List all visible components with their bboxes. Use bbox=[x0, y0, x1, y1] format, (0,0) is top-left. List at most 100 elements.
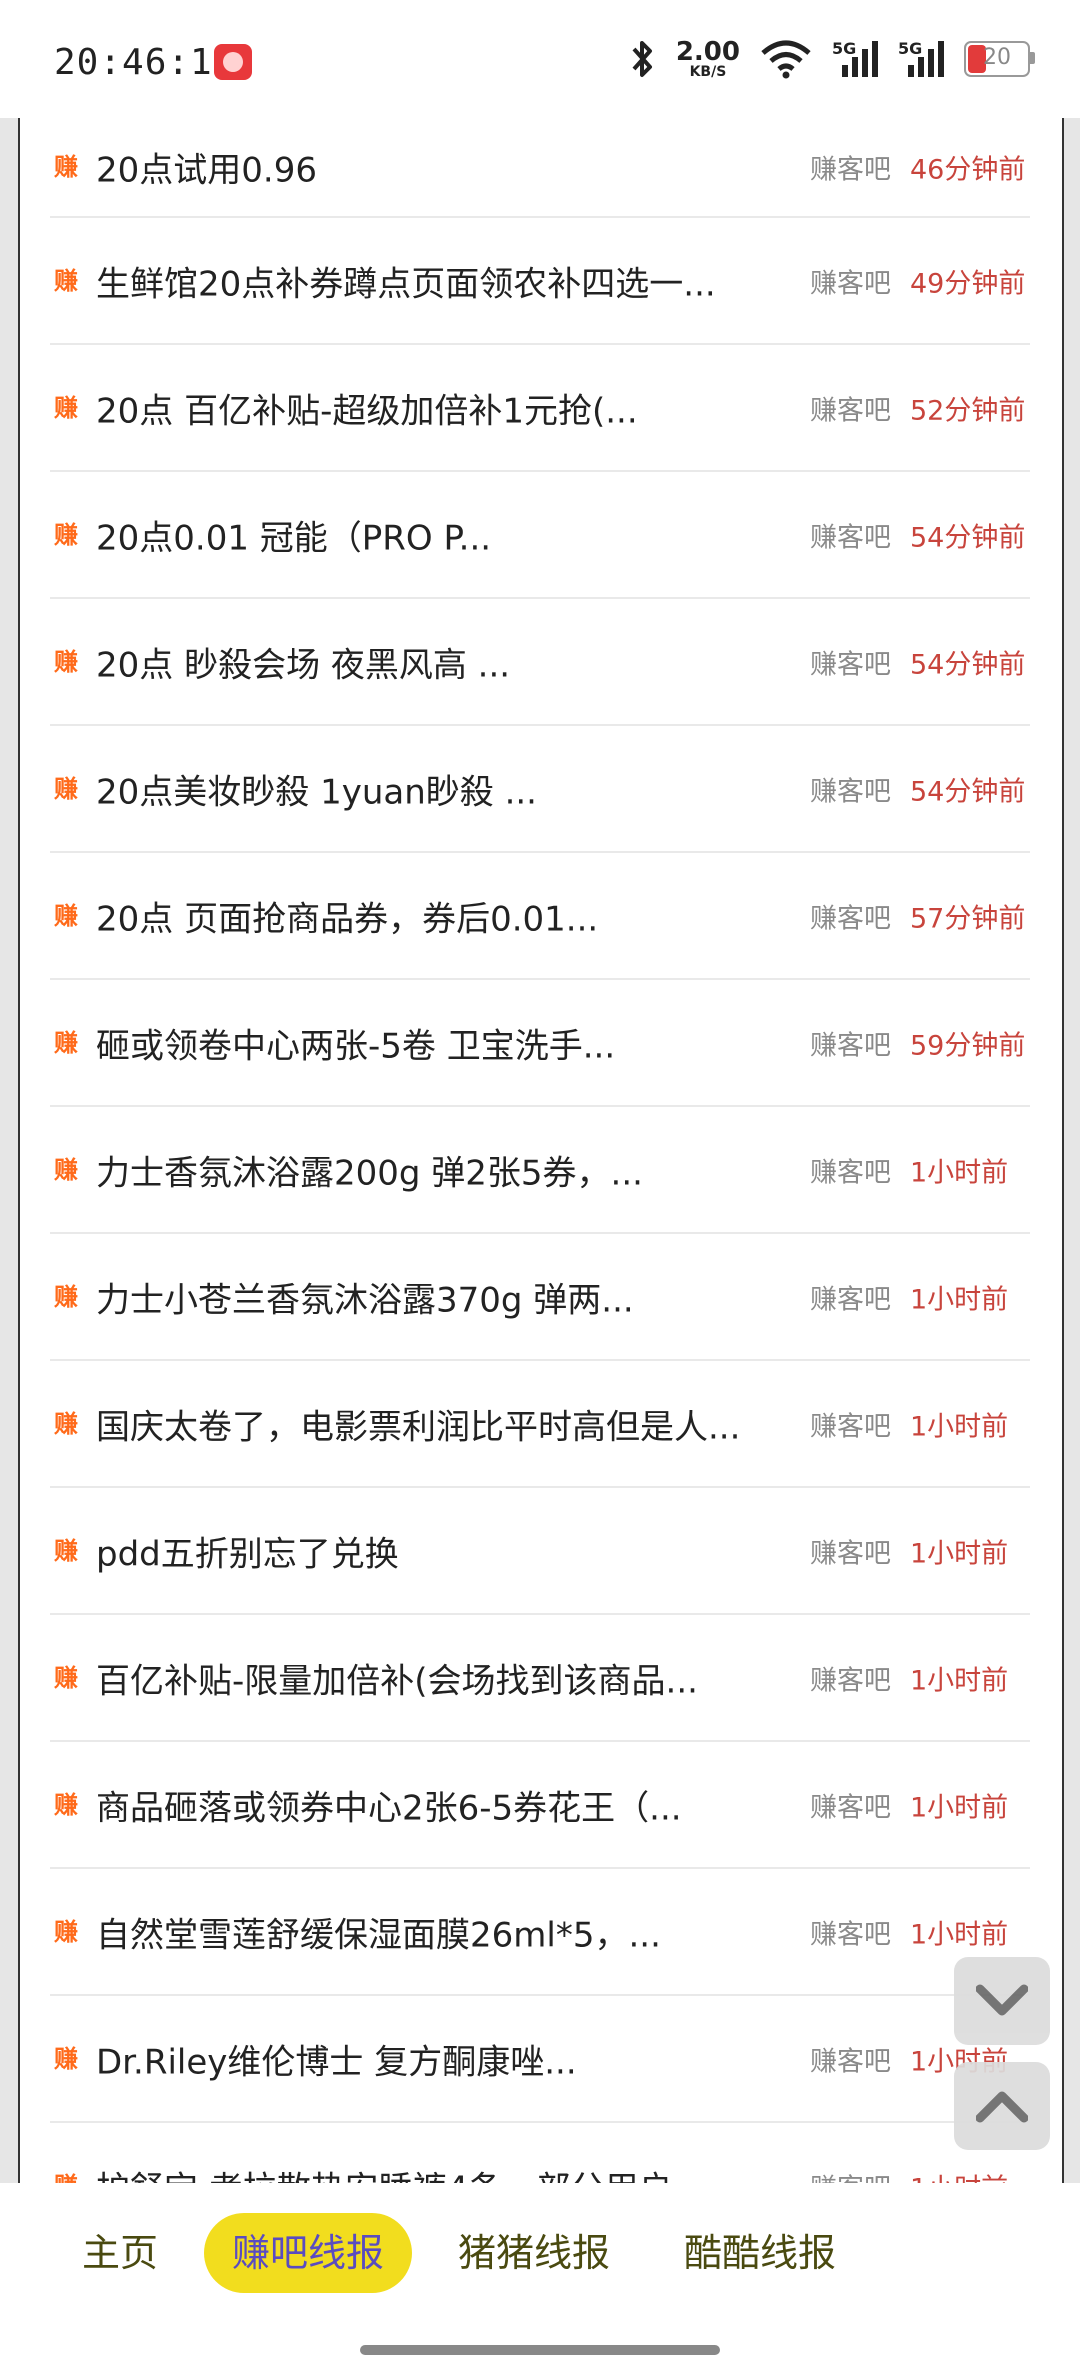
signal-5g-icon: 5G bbox=[832, 39, 878, 79]
item-source: 赚客吧 bbox=[810, 522, 891, 553]
list-item[interactable]: 赚百亿补贴-限量加倍补(会场找到该商品... 赚客吧 1小时前 bbox=[50, 1615, 1030, 1742]
zhuan-mark-icon: 赚 bbox=[54, 1536, 78, 1565]
net-speed: 2.00 KB/S bbox=[676, 39, 740, 79]
item-time: 54分钟前 bbox=[910, 776, 1026, 807]
item-source: 赚客吧 bbox=[810, 1030, 891, 1061]
zhuan-mark-icon: 赚 bbox=[54, 1282, 78, 1311]
item-title: Dr.Riley维伦博士 复方酮康唑... bbox=[96, 2042, 577, 2082]
net-speed-value: 2.00 bbox=[675, 37, 740, 67]
chevron-down-icon bbox=[976, 1984, 1028, 2016]
list-item[interactable]: 赚 pdd五折别忘了兑换 赚客吧 1小时前 bbox=[50, 1488, 1030, 1615]
list-item[interactable]: 赚 20点试用0.96 赚客吧 46分钟前 bbox=[50, 118, 1030, 218]
item-source: 赚客吧 bbox=[810, 1284, 891, 1315]
item-title: 20点 页面抢商品券，券后0.01... bbox=[96, 899, 599, 939]
item-title: 力士香氛沐浴露200g 弹2张5券，... bbox=[96, 1153, 643, 1193]
item-title: 自然堂雪莲舒缓保湿面膜26ml*5，... bbox=[96, 1915, 661, 1955]
item-time: 54分钟前 bbox=[910, 649, 1026, 680]
item-title: 护舒宝 考拉散热安睡裤4条，部分用户... bbox=[96, 2161, 796, 2183]
zhuan-mark-icon: 赚 bbox=[54, 1155, 78, 1184]
bluetooth-icon bbox=[632, 41, 652, 77]
list-item[interactable]: 赚生鲜馆20点补券蹲点页面领农补四选一... 赚客吧 49分钟前 bbox=[50, 218, 1030, 345]
list-item[interactable]: 赚自然堂雪莲舒缓保湿面膜26ml*5，... 赚客吧 1小时前 bbox=[50, 1869, 1030, 1996]
list-item[interactable]: 赚 护舒宝 考拉散热安睡裤4条，部分用户... 赚客吧 1小时前 bbox=[50, 2123, 1030, 2183]
item-time: 1小时前 bbox=[910, 1538, 1009, 1569]
zhuan-mark-icon: 赚 bbox=[54, 520, 78, 549]
home-indicator[interactable] bbox=[360, 2345, 720, 2355]
zhuan-mark-icon: 赚 bbox=[54, 1663, 78, 1692]
item-source: 赚客吧 bbox=[810, 154, 891, 186]
app-notification-icon bbox=[214, 44, 252, 80]
list-item[interactable]: 赚 20点0.01 冠能（PRO P... 赚客吧 54分钟前 bbox=[50, 472, 1030, 599]
list-item[interactable]: 赚 20点美妆眇殺 1yuan眇殺 ... 赚客吧 54分钟前 bbox=[50, 726, 1030, 853]
list-item[interactable]: 赚商品砸落或领券中心2张6-5券花王（... 赚客吧 1小时前 bbox=[50, 1742, 1030, 1869]
zhuan-mark-icon: 赚 bbox=[54, 1409, 78, 1438]
item-source: 赚客吧 bbox=[810, 1665, 891, 1696]
list-item[interactable]: 赚国庆太卷了，电影票利润比平时高但是人... 赚客吧 1小时前 bbox=[50, 1361, 1030, 1488]
page-frame: 赚 20点试用0.96 赚客吧 46分钟前赚生鲜馆20点补券蹲点页面领农补四选一...… bbox=[0, 118, 1080, 2183]
tab-home[interactable]: 主页 bbox=[80, 2213, 160, 2293]
status-bar: 20:46:16 2.00 KB/S 5G 5G 20 bbox=[0, 0, 1080, 118]
item-source: 赚客吧 bbox=[810, 1157, 891, 1188]
item-time: 1小时前 bbox=[910, 1284, 1009, 1315]
zhuan-mark-icon: 赚 bbox=[54, 1028, 78, 1057]
signal-5g-icon-2: 5G bbox=[898, 39, 944, 79]
zhuan-mark-icon: 赚 bbox=[54, 1790, 78, 1819]
feed-container[interactable]: 赚 20点试用0.96 赚客吧 46分钟前赚生鲜馆20点补券蹲点页面领农补四选一...… bbox=[18, 118, 1064, 2183]
zhuan-mark-icon: 赚 bbox=[54, 2173, 80, 2184]
item-title: 百亿补贴-限量加倍补(会场找到该商品... bbox=[96, 1661, 698, 1701]
item-time: 1小时前 bbox=[910, 1792, 1009, 1823]
tab-zhuzhu[interactable]: 猪猪线报 bbox=[458, 2213, 610, 2293]
item-source: 赚客吧 bbox=[810, 1919, 891, 1950]
zhuan-mark-icon: 赚 bbox=[54, 266, 78, 295]
net-speed-unit: KB/S bbox=[689, 64, 727, 80]
nav-tabs: 主页 赚吧线报 猪猪线报 酷酷线报 bbox=[0, 2213, 1080, 2293]
item-time: 46分钟前 bbox=[910, 154, 1026, 186]
item-title: 20点 百亿补贴-超级加倍补1元抢(... bbox=[96, 391, 638, 431]
item-source: 赚客吧 bbox=[810, 903, 891, 934]
list-item[interactable]: 赚砸或领卷中心两张-5卷 卫宝洗手... 赚客吧 59分钟前 bbox=[50, 980, 1030, 1107]
list-item[interactable]: 赚 20点 百亿补贴-超级加倍补1元抢(... 赚客吧 52分钟前 bbox=[50, 345, 1030, 472]
item-title: 力士小苍兰香氛沐浴露370g 弹两... bbox=[96, 1280, 634, 1320]
zhuan-mark-icon: 赚 bbox=[54, 774, 78, 803]
scroll-up-button[interactable] bbox=[954, 2062, 1050, 2150]
item-source: 赚客吧 bbox=[810, 395, 891, 426]
signal-label: 5G bbox=[832, 39, 857, 58]
item-source: 赚客吧 bbox=[810, 776, 891, 807]
item-time: 1小时前 bbox=[910, 1411, 1009, 1442]
item-time: 1小时前 bbox=[910, 2166, 1008, 2183]
item-title: 20点0.01 冠能（PRO P... bbox=[96, 518, 492, 558]
list-item[interactable]: 赚 Dr.Riley维伦博士 复方酮康唑... 赚客吧 1小时前 bbox=[50, 1996, 1030, 2123]
bottom-nav: 主页 赚吧线报 猪猪线报 酷酷线报 bbox=[0, 2183, 1080, 2375]
item-title: 生鲜馆20点补券蹲点页面领农补四选一... bbox=[96, 264, 716, 304]
list-item[interactable]: 赚力士小苍兰香氛沐浴露370g 弹两... 赚客吧 1小时前 bbox=[50, 1234, 1030, 1361]
tab-zuanba[interactable]: 赚吧线报 bbox=[204, 2213, 413, 2293]
item-time: 59分钟前 bbox=[910, 1030, 1026, 1061]
zhuan-mark-icon: 赚 bbox=[54, 1917, 78, 1946]
item-source: 赚客吧 bbox=[810, 268, 891, 299]
item-title: pdd五折别忘了兑换 bbox=[96, 1534, 399, 1574]
item-time: 57分钟前 bbox=[910, 903, 1026, 934]
item-time: 49分钟前 bbox=[910, 268, 1026, 299]
list-item[interactable]: 赚力士香氛沐浴露200g 弹2张5券，... 赚客吧 1小时前 bbox=[50, 1107, 1030, 1234]
wifi-icon bbox=[761, 40, 811, 79]
item-title: 20点试用0.96 bbox=[96, 150, 317, 191]
battery-level: 20 bbox=[983, 45, 1011, 70]
zhuan-mark-icon: 赚 bbox=[54, 2044, 78, 2073]
item-time: 1小时前 bbox=[910, 1665, 1009, 1696]
item-source: 赚客吧 bbox=[810, 649, 891, 680]
list-item[interactable]: 赚 20点 眇殺会场 夜黑风高 ... 赚客吧 54分钟前 bbox=[50, 599, 1030, 726]
item-time: 54分钟前 bbox=[910, 522, 1026, 553]
battery-icon: 20 bbox=[964, 41, 1035, 77]
list-item[interactable]: 赚 20点 页面抢商品券，券后0.01... 赚客吧 57分钟前 bbox=[50, 853, 1030, 980]
status-icons: 2.00 KB/S 5G 5G 20 bbox=[630, 34, 1035, 84]
chevron-up-icon bbox=[976, 2091, 1028, 2123]
item-title: 20点 眇殺会场 夜黑风高 ... bbox=[96, 645, 511, 685]
item-title: 国庆太卷了，电影票利润比平时高但是人... bbox=[96, 1407, 741, 1447]
item-source: 赚客吧 bbox=[810, 2046, 891, 2077]
item-title: 砸或领卷中心两张-5卷 卫宝洗手... bbox=[96, 1026, 616, 1066]
item-source: 赚客吧 bbox=[810, 1538, 891, 1569]
item-source: 赚客吧 bbox=[810, 1792, 891, 1823]
scroll-down-button[interactable] bbox=[954, 1957, 1050, 2045]
zhuan-mark-icon: 赚 bbox=[54, 901, 78, 930]
tab-kuku[interactable]: 酷酷线报 bbox=[684, 2213, 836, 2293]
